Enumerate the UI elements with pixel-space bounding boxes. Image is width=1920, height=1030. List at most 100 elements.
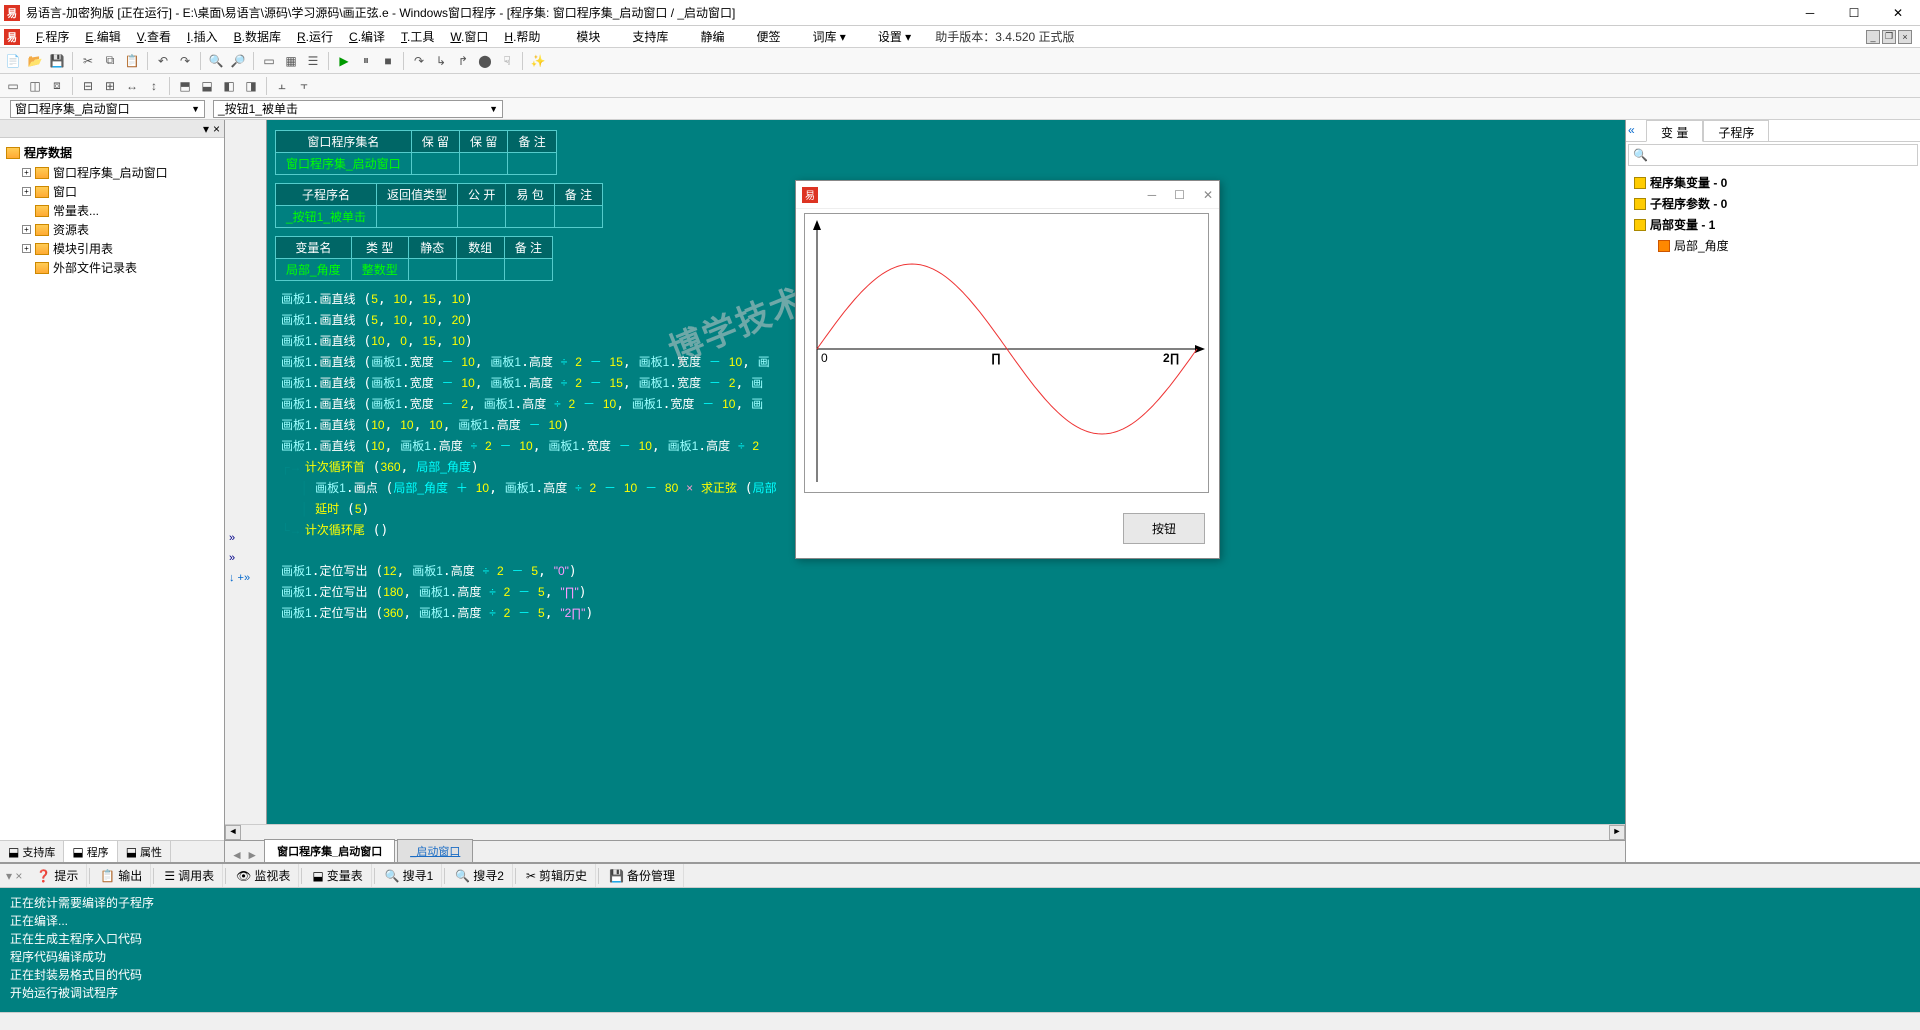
cut-icon[interactable]: ✂ [79, 52, 97, 70]
menu-item[interactable]: W.窗口 [442, 26, 496, 47]
minimize-button[interactable]: ─ [1800, 3, 1820, 23]
new-icon[interactable]: 📄 [4, 52, 22, 70]
tb2-icon-6[interactable]: ↔ [123, 77, 141, 95]
bottom-tab[interactable]: 🔍搜寻2 [447, 864, 513, 887]
code-editor[interactable]: » » ↓ +» 窗口程序集名保 留保 留备 注窗口程序集_启动窗口 子程序名返… [225, 120, 1625, 824]
output-console[interactable]: 正在统计需要编译的子程序正在编译...正在生成主程序入口代码程序代码编译成功正在… [0, 888, 1920, 1012]
menu-item[interactable]: F.程序 [28, 26, 77, 47]
form-icon[interactable]: ▭ [260, 52, 278, 70]
wand-icon[interactable]: ✨ [529, 52, 547, 70]
project-tree[interactable]: 程序数据 +窗口程序集_启动窗口+窗口常量表...+资源表+模块引用表外部文件记… [0, 138, 224, 840]
var-item[interactable]: 局部变量 - 1 [1630, 214, 1916, 235]
grid-icon[interactable]: ▦ [282, 52, 300, 70]
menu-item[interactable]: B.数据库 [226, 26, 289, 47]
tb2-icon-10[interactable]: ◧ [220, 77, 238, 95]
combo-subroutine[interactable]: _按钮1_被单击▼ [213, 100, 503, 118]
tree-node[interactable]: 外部文件记录表 [6, 258, 218, 277]
right-search-input[interactable]: 🔍 [1628, 144, 1918, 166]
variable-list[interactable]: 程序集变量 - 0子程序参数 - 0局部变量 - 1局部_角度 [1626, 168, 1920, 260]
panel-close-icon[interactable]: × [213, 122, 220, 136]
right-tab-subs[interactable]: 子程序 [1703, 120, 1769, 141]
mdi-restore-button[interactable]: ❐ [1882, 30, 1896, 44]
tb2-icon-12[interactable]: ⫠ [273, 77, 291, 95]
tb2-icon-5[interactable]: ⊞ [101, 77, 119, 95]
maximize-button[interactable]: ☐ [1844, 3, 1864, 23]
right-tab-vars[interactable]: 变 量 [1646, 120, 1703, 142]
var-item[interactable]: 子程序参数 - 0 [1630, 193, 1916, 214]
cursor-icon[interactable]: ☟ [498, 52, 516, 70]
tb2-icon-8[interactable]: ⬒ [176, 77, 194, 95]
bottom-tab[interactable]: 💾备份管理 [601, 864, 684, 887]
left-tab[interactable]: ⬓属性 [118, 841, 171, 862]
menu-item[interactable]: C.编译 [341, 26, 393, 47]
mdi-min-button[interactable]: _ [1866, 30, 1880, 44]
pause-icon[interactable]: ⏸ [357, 52, 375, 70]
stop-icon[interactable]: ■ [379, 52, 397, 70]
tb2-icon-13[interactable]: ⫟ [295, 77, 313, 95]
menu-extra-item[interactable]: 便签 [748, 26, 788, 47]
editor-hscroll[interactable]: ◄► [225, 824, 1625, 840]
tb2-icon-11[interactable]: ◨ [242, 77, 260, 95]
menu-extra-item[interactable]: 支持库 [624, 26, 676, 47]
preview-window[interactable]: 易 ─ ☐ ✕ 0 ∏ [795, 180, 1220, 559]
run-icon[interactable]: ▶ [335, 52, 353, 70]
menu-item[interactable]: T.工具 [393, 26, 442, 47]
bottom-tab[interactable]: 👁监视表 [228, 864, 299, 887]
replace-icon[interactable]: 🔎 [229, 52, 247, 70]
step-into-icon[interactable]: ↳ [432, 52, 450, 70]
var-item[interactable]: 局部_角度 [1630, 235, 1916, 256]
tb2-icon-7[interactable]: ↕ [145, 77, 163, 95]
combo-programset[interactable]: 窗口程序集_启动窗口▼ [10, 100, 205, 118]
bottom-tab[interactable]: 📋输出 [92, 864, 151, 887]
redo-icon[interactable]: ↷ [176, 52, 194, 70]
mdi-close-button[interactable]: × [1898, 30, 1912, 44]
copy-icon[interactable]: ⧉ [101, 52, 119, 70]
find-icon[interactable]: 🔍 [207, 52, 225, 70]
bottom-tab[interactable]: 🔍搜寻1 [377, 864, 443, 887]
editor-tab[interactable]: _启动窗口 [397, 839, 473, 862]
menu-item[interactable]: I.插入 [179, 26, 226, 47]
panel-pin-icon[interactable]: ▾ [203, 122, 209, 136]
bottom-tab[interactable]: ⬓变量表 [304, 864, 371, 887]
bottom-tab[interactable]: ✂剪辑历史 [518, 864, 596, 887]
menu-extra-item[interactable]: 词库 ▾ [804, 26, 853, 47]
menu-item[interactable]: R.运行 [289, 26, 341, 47]
tb2-icon-4[interactable]: ⊟ [79, 77, 97, 95]
popup-min-button[interactable]: ─ [1148, 188, 1157, 202]
left-tab[interactable]: ⬓程序 [64, 841, 117, 862]
right-panel-toggle-icon[interactable]: « [1628, 123, 1635, 137]
left-tab[interactable]: ⬓支持库 [0, 841, 64, 862]
undo-icon[interactable]: ↶ [154, 52, 172, 70]
menu-extra-item[interactable]: 静编 [692, 26, 732, 47]
step-over-icon[interactable]: ↷ [410, 52, 428, 70]
var-item[interactable]: 程序集变量 - 0 [1630, 172, 1916, 193]
menu-extra-item[interactable]: 设置 ▾ [870, 26, 919, 47]
close-button[interactable]: ✕ [1888, 3, 1908, 23]
tree-root[interactable]: 程序数据 [24, 144, 72, 161]
tb2-icon-1[interactable]: ▭ [4, 77, 22, 95]
tb2-icon-3[interactable]: ⧈ [48, 77, 66, 95]
open-icon[interactable]: 📂 [26, 52, 44, 70]
menu-item[interactable]: H.帮助 [496, 26, 548, 47]
menu-item[interactable]: V.查看 [129, 26, 179, 47]
list-icon[interactable]: ☰ [304, 52, 322, 70]
tree-node[interactable]: +窗口 [6, 182, 218, 201]
tree-node[interactable]: +模块引用表 [6, 239, 218, 258]
bottom-tab[interactable]: ❓提示 [28, 864, 87, 887]
tree-node[interactable]: +资源表 [6, 220, 218, 239]
editor-tab[interactable]: 窗口程序集_启动窗口 [264, 839, 395, 862]
step-out-icon[interactable]: ↱ [454, 52, 472, 70]
tree-node[interactable]: 常量表... [6, 201, 218, 220]
tb2-icon-9[interactable]: ⬓ [198, 77, 216, 95]
popup-close-button[interactable]: ✕ [1203, 188, 1213, 202]
menu-item[interactable]: E.编辑 [77, 26, 128, 47]
popup-action-button[interactable]: 按钮 [1123, 513, 1205, 544]
tree-node[interactable]: +窗口程序集_启动窗口 [6, 163, 218, 182]
bottom-tab[interactable]: ☰调用表 [156, 864, 223, 887]
breakpoint-icon[interactable]: ⬤ [476, 52, 494, 70]
paste-icon[interactable]: 📋 [123, 52, 141, 70]
popup-max-button[interactable]: ☐ [1174, 188, 1185, 202]
tb2-icon-2[interactable]: ◫ [26, 77, 44, 95]
save-icon[interactable]: 💾 [48, 52, 66, 70]
menu-extra-item[interactable]: 模块 [568, 26, 608, 47]
